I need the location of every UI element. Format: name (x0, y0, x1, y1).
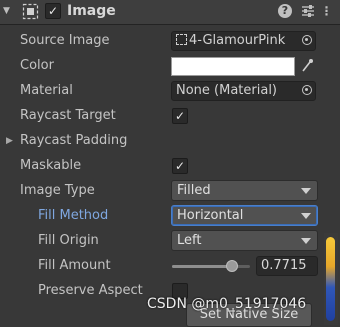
fill-method-value: Horizontal (177, 208, 244, 223)
fill-amount-input[interactable]: 0.7715 (256, 256, 318, 276)
material-row: Material None (Material) (0, 79, 340, 104)
chevron-down-icon (301, 213, 311, 219)
image-type-row: Image Type Filled (0, 179, 340, 204)
fill-method-dropdown[interactable]: Horizontal (171, 205, 318, 226)
source-image-label: Source Image (20, 33, 110, 48)
source-image-row: Source Image 4-GlamourPink (0, 29, 340, 54)
chevron-down-icon (301, 188, 311, 194)
material-field[interactable]: None (Material) (171, 81, 316, 101)
fill-method-row: Fill Method Horizontal (0, 204, 340, 229)
preserve-aspect-label: Preserve Aspect (38, 283, 143, 298)
component-title: Image (67, 3, 116, 19)
color-swatch[interactable] (171, 57, 295, 76)
raycast-target-label: Raycast Target (20, 108, 116, 123)
watermark: CSDN @m0_51917046 (147, 296, 307, 312)
raycast-padding-label[interactable]: Raycast Padding (20, 133, 127, 148)
color-row: Color (0, 54, 340, 79)
eyedropper-icon[interactable] (300, 58, 314, 74)
maskable-label: Maskable (20, 158, 82, 173)
foldout-arrow-icon[interactable]: ▼ (3, 6, 10, 16)
fill-origin-value: Left (177, 233, 202, 248)
fill-origin-dropdown[interactable]: Left (171, 230, 318, 251)
color-label: Color (20, 58, 54, 73)
component-header[interactable]: ▼ ✓ Image ? ⋮ (0, 0, 340, 25)
raycast-target-checkbox[interactable]: ✓ (172, 108, 188, 124)
material-value: None (Material) (176, 83, 278, 98)
help-icon[interactable]: ? (278, 4, 292, 18)
component-enabled-checkbox[interactable]: ✓ (45, 3, 61, 19)
sprite-icon (176, 34, 187, 45)
fill-amount-row: Fill Amount 0.7715 (0, 254, 340, 279)
material-label: Material (20, 83, 73, 98)
fill-amount-label: Fill Amount (38, 258, 111, 273)
image-type-label: Image Type (20, 183, 95, 198)
fill-origin-label: Fill Origin (38, 233, 99, 248)
source-image-field[interactable]: 4-GlamourPink (171, 31, 316, 51)
fill-method-label: Fill Method (38, 208, 109, 223)
inspector-panel: ▼ ✓ Image ? ⋮ Source Image 4-GlamourPink… (0, 0, 340, 327)
fill-amount-slider-thumb[interactable] (226, 260, 239, 272)
scrollbar-thumb[interactable] (326, 237, 335, 321)
foldout-arrow-icon[interactable]: ▶ (6, 136, 13, 146)
fill-amount-slider-track[interactable] (172, 265, 250, 268)
presets-icon[interactable] (300, 3, 316, 19)
image-type-value: Filled (177, 183, 211, 198)
maskable-checkbox[interactable]: ✓ (172, 158, 188, 174)
maskable-row: Maskable ✓ (0, 154, 340, 179)
raycast-target-row: Raycast Target ✓ (0, 104, 340, 129)
object-picker-icon[interactable] (302, 85, 312, 95)
chevron-down-icon (301, 238, 311, 244)
kebab-menu-icon[interactable]: ⋮ (318, 3, 334, 19)
object-picker-icon[interactable] (302, 35, 312, 45)
fill-origin-row: Fill Origin Left (0, 229, 340, 254)
source-image-value: 4-GlamourPink (189, 33, 286, 48)
image-type-dropdown[interactable]: Filled (171, 180, 318, 201)
scrollbar[interactable] (324, 233, 338, 325)
fill-amount-slider-fill (172, 265, 233, 268)
image-component-icon (22, 3, 39, 20)
raycast-padding-row[interactable]: ▶ Raycast Padding (0, 129, 340, 154)
